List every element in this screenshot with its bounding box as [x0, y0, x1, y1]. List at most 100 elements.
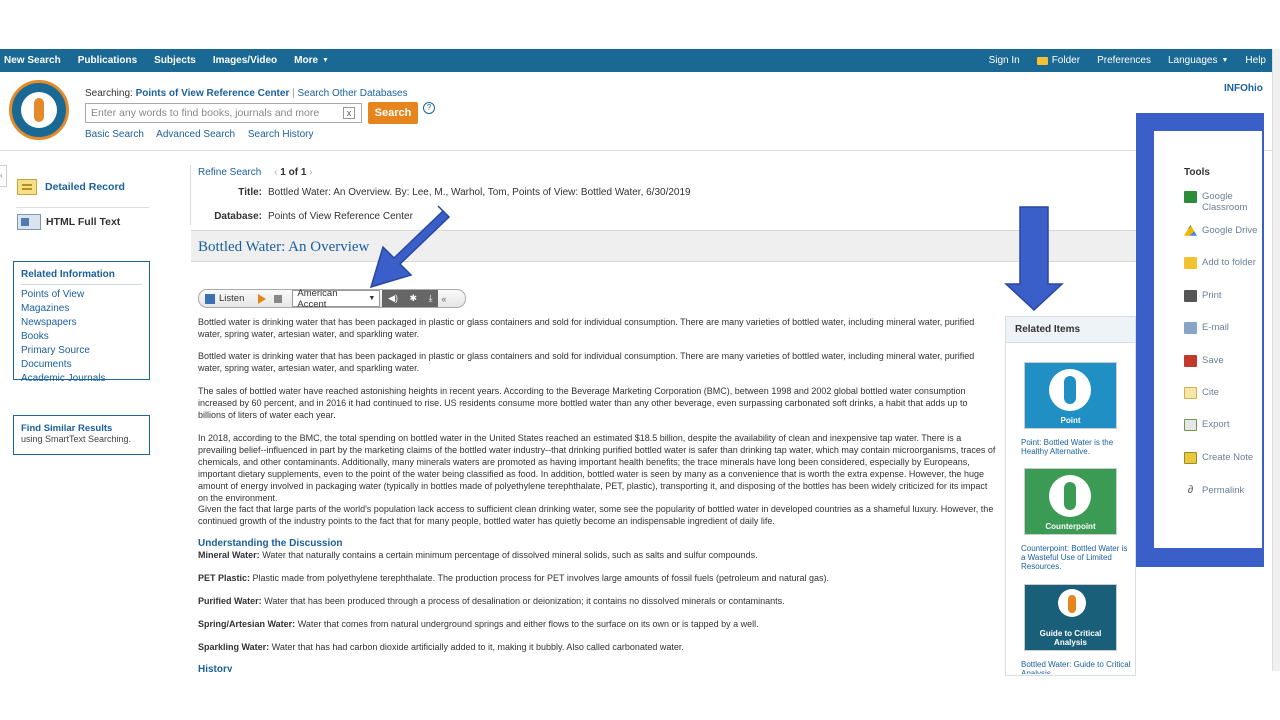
related-info-academic-journals[interactable]: Academic Journals: [21, 372, 142, 386]
accent-select[interactable]: American Accent ▼: [292, 287, 381, 310]
tool-permalink[interactable]: ∂ Permalink: [1184, 485, 1244, 497]
chevron-down-icon: ▼: [368, 295, 376, 302]
collapse-sidebar-icon[interactable]: ‹: [0, 165, 7, 187]
find-similar-subtitle: using SmartText Searching.: [21, 434, 132, 444]
related-item-point-image[interactable]: Point: [1024, 362, 1117, 429]
find-similar-panel[interactable]: Find Similar Results using SmartText Sea…: [13, 415, 150, 455]
tool-label: Permalink: [1202, 485, 1245, 496]
tool-add-to-folder[interactable]: Add to folder: [1184, 257, 1256, 269]
cite-icon: [1184, 387, 1197, 399]
google-classroom-icon: [1184, 191, 1197, 203]
title-label: Title:: [238, 187, 262, 198]
related-item-guide-image[interactable]: Guide to Critical Analysis: [1024, 584, 1117, 651]
nav-languages[interactable]: Languages ▼: [1168, 55, 1228, 66]
listen-button[interactable]: Listen: [219, 293, 244, 304]
detailed-record-label: Detailed Record: [45, 181, 125, 193]
tool-google-classroom[interactable]: Google Classroom: [1184, 191, 1254, 213]
detailed-record-link[interactable]: Detailed Record: [17, 179, 125, 195]
nav-help[interactable]: Help: [1245, 55, 1266, 66]
search-other-databases-link[interactable]: Search Other Databases: [298, 88, 408, 99]
glossary-term: Spring/Artesian Water:: [198, 619, 296, 629]
nav-preferences[interactable]: Preferences: [1097, 55, 1151, 66]
current-database-link[interactable]: Points of View Reference Center: [136, 88, 290, 99]
nav-more-label: More: [294, 55, 319, 66]
tool-create-note[interactable]: Create Note: [1184, 452, 1253, 464]
article-paragraph-1: Bottled water is drinking water that has…: [198, 317, 975, 339]
printer-icon: [1184, 290, 1197, 302]
search-input[interactable]: Enter any words to find books, journals …: [85, 103, 362, 123]
glossary-def: Water that naturally contains a certain …: [262, 550, 758, 560]
related-info-magazines[interactable]: Magazines: [21, 302, 142, 316]
listen-toolbar: Listen American Accent ▼ ◀) ✱ ⤓ «: [198, 287, 466, 310]
top-nav-bar: New Search Publications Subjects Images/…: [0, 49, 1272, 72]
title-value: Bottled Water: An Overview. By: Lee, M.,…: [268, 187, 691, 198]
caret-down-icon: ▼: [1221, 57, 1229, 64]
database-value: Points of View Reference Center: [268, 211, 413, 222]
search-button[interactable]: Search: [368, 102, 418, 124]
refine-bar: Refine Search ‹ 1 of 1 ›: [198, 167, 313, 178]
related-items-title: Related Items: [1006, 317, 1135, 343]
refine-search-link[interactable]: Refine Search: [198, 167, 261, 178]
tool-label: Save: [1202, 355, 1224, 366]
article-heading: Bottled Water: An Overview: [198, 239, 370, 255]
logo-inner: [21, 92, 57, 128]
collapse-toolbar-icon[interactable]: «: [441, 294, 446, 304]
nav-subjects[interactable]: Subjects: [154, 55, 196, 66]
related-info-primary-source-documents[interactable]: Primary Source Documents: [21, 344, 142, 372]
glossary-term: Sparkling Water:: [198, 642, 270, 652]
tool-cite[interactable]: Cite: [1184, 387, 1219, 399]
related-item-point-caption[interactable]: Point: Bottled Water is the Healthy Alte…: [1021, 438, 1131, 456]
related-item-guide-caption[interactable]: Bottled Water: Guide to Critical Analysi…: [1021, 660, 1131, 674]
gear-icon[interactable]: ✱: [410, 293, 418, 304]
tool-print[interactable]: Print: [1184, 290, 1222, 302]
nav-folder[interactable]: Folder: [1036, 55, 1080, 66]
download-icon[interactable]: ⤓: [429, 293, 433, 304]
email-icon: [1184, 322, 1197, 334]
tool-label: Cite: [1202, 387, 1219, 398]
points-of-view-logo[interactable]: [9, 80, 69, 140]
basic-search-link[interactable]: Basic Search: [85, 129, 144, 140]
logo-face-icon: [34, 98, 44, 122]
help-icon[interactable]: ?: [423, 102, 435, 114]
advanced-search-link[interactable]: Advanced Search: [156, 129, 235, 140]
result-pager-count: 1 of 1: [280, 167, 307, 178]
database-row: Database: Points of View Reference Cente…: [172, 211, 413, 222]
tool-email[interactable]: E-mail: [1184, 322, 1229, 334]
related-item-guide-label: Guide to Critical Analysis: [1039, 629, 1102, 647]
nav-sign-in[interactable]: Sign In: [989, 55, 1020, 66]
header-divider: [0, 150, 1272, 151]
institution-link[interactable]: INFOhio: [1224, 83, 1263, 94]
related-info-newspapers[interactable]: Newspapers: [21, 316, 142, 330]
left-nav-divider: [16, 207, 149, 208]
related-info-points-of-view[interactable]: Points of View: [21, 288, 142, 302]
tool-export[interactable]: Export: [1184, 419, 1229, 431]
nav-publications[interactable]: Publications: [78, 55, 137, 66]
play-icon[interactable]: [258, 293, 267, 304]
separator: |: [292, 88, 295, 99]
stop-icon[interactable]: [274, 294, 283, 303]
related-info-books[interactable]: Books: [21, 330, 142, 344]
nav-new-search[interactable]: New Search: [4, 55, 61, 66]
related-item-counterpoint-caption[interactable]: Counterpoint: Bottled Water is a Wastefu…: [1021, 544, 1131, 571]
glossary-mineral-water: Mineral Water: Water that naturally cont…: [198, 550, 996, 560]
nav-more[interactable]: More ▼: [294, 55, 329, 66]
history-heading: History: [198, 664, 233, 672]
search-history-link[interactable]: Search History: [248, 129, 314, 140]
tool-label: Create Note: [1202, 452, 1254, 463]
glossary-pet-plastic: PET Plastic: Plastic made from polyethyl…: [198, 573, 996, 583]
related-item-counterpoint-image[interactable]: Counterpoint: [1024, 468, 1117, 535]
next-result-icon[interactable]: ›: [309, 167, 312, 178]
clear-search-icon[interactable]: x: [343, 107, 355, 119]
tools-title: Tools: [1184, 167, 1210, 178]
vertical-scrollbar[interactable]: [1272, 49, 1280, 671]
tool-save[interactable]: Save: [1184, 355, 1224, 367]
html-full-text-link[interactable]: HTML Full Text: [17, 214, 120, 230]
tool-label: Google Classroom: [1202, 191, 1248, 213]
prev-result-icon[interactable]: ‹: [274, 167, 277, 178]
html-full-text-label: HTML Full Text: [46, 216, 121, 228]
accent-select-value: American Accent: [297, 287, 338, 310]
volume-icon[interactable]: ◀): [388, 293, 398, 304]
nav-languages-label: Languages: [1167, 55, 1218, 66]
tool-google-drive[interactable]: Google Drive: [1184, 225, 1257, 237]
nav-images-video[interactable]: Images/Video: [213, 55, 277, 66]
